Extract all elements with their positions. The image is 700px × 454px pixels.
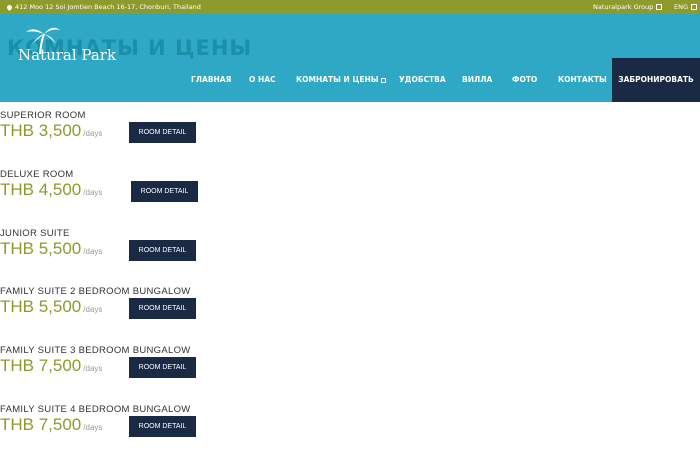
room-item: FAMILY SUITE 3 BEDROOM BUNGALOW THB 7,50… [0,345,230,395]
room-price: THB 3,500/days [0,121,102,141]
price-value: THB 7,500 [0,356,82,375]
main-nav: ГЛАВНАЯ О НАС КОМНАТЫ И ЦЕНЫ УДОБСТВА ВИ… [0,58,700,102]
room-price: THB 7,500/days [0,356,102,376]
price-value: THB 5,500 [0,239,82,258]
nav-about[interactable]: О НАС [249,58,276,102]
top-info-bar: 412 Moo 12 Soi Jomtien Beach 16-17, Chon… [0,0,700,14]
price-unit: /days [83,364,103,373]
room-item: FAMILY SUITE 2 BEDROOM BUNGALOW THB 5,50… [0,286,230,336]
dropdown-icon [380,77,386,83]
room-detail-button[interactable]: ROOM DETAIL [129,416,196,437]
room-name: FAMILY SUITE 3 BEDROOM BUNGALOW [0,345,191,356]
nav-home[interactable]: ГЛАВНАЯ [191,58,231,102]
dropdown-icon [691,4,698,10]
price-value: THB 3,500 [0,121,82,140]
room-detail-button[interactable]: ROOM DETAIL [129,240,196,261]
room-name: FAMILY SUITE 4 BEDROOM BUNGALOW [0,404,191,415]
price-unit: /days [83,129,103,138]
address: 412 Moo 12 Soi Jomtien Beach 16-17, Chon… [5,0,201,14]
price-value: THB 7,500 [0,415,82,434]
room-detail-button[interactable]: ROOM DETAIL [129,357,196,378]
room-name: FAMILY SUITE 2 BEDROOM BUNGALOW [0,286,191,297]
address-text: 412 Moo 12 Soi Jomtien Beach 16-17, Chon… [15,3,201,11]
room-name: DELUXE ROOM [0,169,74,180]
group-menu[interactable]: Naturalpark Group [593,0,663,14]
map-pin-icon [5,3,14,11]
room-detail-button[interactable]: ROOM DETAIL [129,122,196,143]
room-item: DELUXE ROOM THB 4,500/days ROOM DETAIL [0,169,230,219]
room-price: THB 5,500/days [0,297,102,317]
room-price: THB 7,500/days [0,415,102,435]
nav-rooms[interactable]: КОМНАТЫ И ЦЕНЫ [296,58,386,102]
book-button[interactable]: ЗАБРОНИРОВАТЬ [612,58,700,102]
price-unit: /days [83,247,103,256]
nav-amenities[interactable]: УДОБСТВА [399,58,446,102]
price-unit: /days [83,423,103,432]
price-value: THB 5,500 [0,297,82,316]
nav-contacts[interactable]: КОНТАКТЫ [558,58,607,102]
room-name: JUNIOR SUITE [0,228,70,239]
room-item: SUPERIOR ROOM THB 3,500/days ROOM DETAIL [0,110,230,160]
group-label[interactable]: Naturalpark Group [593,0,653,14]
header: КОМНАТЫ И ЦЕНЫ Natural Park ГЛАВНАЯ О НА… [0,14,700,102]
nav-photo[interactable]: ФОТО [512,58,537,102]
nav-villa[interactable]: ВИЛЛА [462,58,492,102]
room-detail-button[interactable]: ROOM DETAIL [131,181,198,202]
price-unit: /days [83,305,103,314]
price-unit: /days [83,188,103,197]
room-name: SUPERIOR ROOM [0,110,86,121]
room-price: THB 4,500/days [0,180,102,200]
nav-rooms-label: КОМНАТЫ И ЦЕНЫ [296,75,379,84]
dropdown-icon [656,4,663,10]
language-selector[interactable]: ENG [674,0,698,14]
room-detail-button[interactable]: ROOM DETAIL [129,298,196,319]
room-item: JUNIOR SUITE THB 5,500/days ROOM DETAIL [0,228,230,278]
language-label[interactable]: ENG [674,0,688,14]
room-price: THB 5,500/days [0,239,102,259]
price-value: THB 4,500 [0,180,82,199]
